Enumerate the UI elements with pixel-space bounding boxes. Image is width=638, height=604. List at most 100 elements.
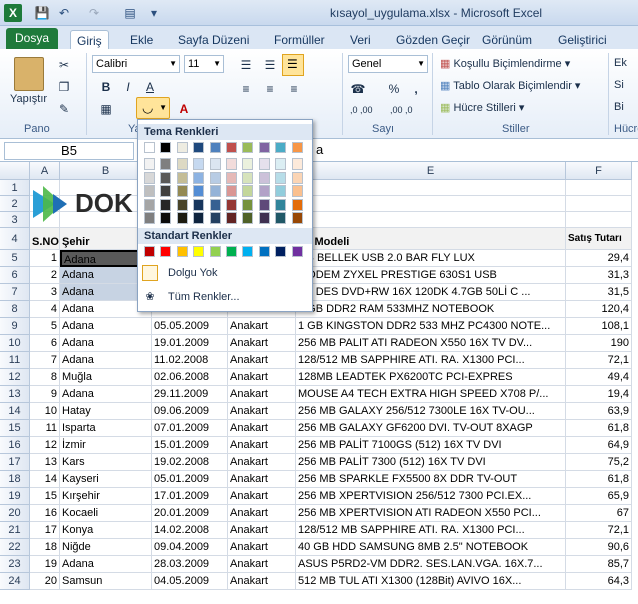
table-cell[interactable]: 61,8: [566, 420, 632, 437]
table-cell[interactable]: 256 MB GALAXY 256/512 7300LE 16X TV-OU..…: [296, 403, 566, 420]
color-swatch[interactable]: [291, 158, 303, 170]
color-swatch[interactable]: [160, 171, 172, 184]
color-swatch[interactable]: [226, 158, 237, 170]
color-swatch[interactable]: [242, 158, 254, 170]
table-cell[interactable]: 10: [30, 403, 60, 420]
font-color-icon[interactable]: A: [174, 99, 194, 119]
table-cell[interactable]: GB BELLEK USB 2.0 BAR FLY LUX: [296, 250, 566, 267]
underline-icon[interactable]: A: [140, 77, 160, 97]
color-swatch[interactable]: [193, 198, 205, 211]
table-cell[interactable]: Adana: [60, 318, 152, 335]
table-cell[interactable]: 16: [30, 505, 60, 522]
table-cell[interactable]: 256 MB XPERTVISION 256/512 7300 PCI.EX..…: [296, 488, 566, 505]
color-swatch[interactable]: [209, 142, 221, 153]
table-cell[interactable]: ES DES DVD+RW 16X 120DK 4.7GB 50Lİ C ...: [296, 284, 566, 301]
color-swatch[interactable]: [258, 185, 270, 197]
paste-button-label[interactable]: Yapıştır: [10, 93, 47, 105]
table-cell[interactable]: 1 GB DDR2 RAM 533MHZ NOTEBOOK: [296, 301, 566, 318]
table-cell[interactable]: [296, 212, 566, 228]
color-swatch[interactable]: [176, 246, 188, 257]
table-cell[interactable]: 28.03.2009: [152, 556, 228, 573]
table-cell[interactable]: 4: [30, 301, 60, 318]
table-cell[interactable]: Anakart: [228, 318, 296, 335]
row-header[interactable]: 4: [0, 228, 30, 250]
color-swatch[interactable]: [193, 158, 205, 170]
table-cell[interactable]: Anakart: [228, 386, 296, 403]
align-center-icon[interactable]: ≡: [260, 79, 280, 99]
table-cell[interactable]: 29.11.2009: [152, 386, 228, 403]
color-swatch[interactable]: [242, 198, 254, 211]
color-swatch[interactable]: [226, 171, 237, 184]
table-cell[interactable]: Anakart: [228, 369, 296, 386]
color-swatch[interactable]: [258, 212, 270, 224]
table-cell[interactable]: 128/512 MB SAPPHIRE ATI. RA. X1300 PCI..…: [296, 522, 566, 539]
format-painter-icon[interactable]: ✎: [54, 99, 74, 119]
table-cell[interactable]: 108,1: [566, 318, 632, 335]
row-header[interactable]: 13: [0, 386, 30, 403]
table-cell[interactable]: Anakart: [228, 352, 296, 369]
color-swatch[interactable]: [144, 185, 155, 197]
color-swatch[interactable]: [275, 142, 287, 153]
table-cell[interactable]: 64,9: [566, 437, 632, 454]
color-swatch[interactable]: [291, 142, 303, 153]
tab-formulas[interactable]: Formüller: [268, 30, 331, 50]
color-swatch[interactable]: [144, 142, 155, 153]
color-swatch[interactable]: [275, 198, 287, 211]
table-cell[interactable]: 17: [30, 522, 60, 539]
table-cell[interactable]: Anakart: [228, 471, 296, 488]
align-left-icon[interactable]: ≡: [236, 79, 256, 99]
row-header[interactable]: 12: [0, 369, 30, 386]
row-header[interactable]: 15: [0, 420, 30, 437]
color-swatch[interactable]: [258, 246, 270, 257]
table-cell[interactable]: Samsun: [60, 573, 152, 590]
color-swatch[interactable]: [226, 198, 237, 211]
table-cell[interactable]: 09.04.2009: [152, 539, 228, 556]
table-cell[interactable]: 02.06.2008: [152, 369, 228, 386]
color-swatch[interactable]: [242, 142, 254, 153]
table-cell[interactable]: 1: [30, 250, 60, 267]
color-swatch[interactable]: [258, 171, 270, 184]
table-cell[interactable]: 256 MB PALİT 7300 (512) 16X TV DVI: [296, 454, 566, 471]
table-cell[interactable]: 31,5: [566, 284, 632, 301]
comma-style-icon[interactable]: ,: [406, 79, 426, 99]
color-swatch[interactable]: [160, 185, 172, 197]
table-cell[interactable]: 1 GB KINGSTON DDR2 533 MHZ PC4300 NOTE..…: [296, 318, 566, 335]
cut-icon[interactable]: ✂: [54, 55, 74, 75]
table-cell[interactable]: 20.01.2009: [152, 505, 228, 522]
format-cells-button[interactable]: Bi: [614, 101, 624, 113]
table-cell[interactable]: Anakart: [228, 488, 296, 505]
table-cell[interactable]: 40 GB HDD SAMSUNG 8MB 2.5" NOTEBOOK: [296, 539, 566, 556]
table-cell[interactable]: Isparta: [60, 420, 152, 437]
table-cell[interactable]: 65,9: [566, 488, 632, 505]
color-swatch[interactable]: [209, 185, 221, 197]
more-colors-option[interactable]: ❀ Tüm Renkler...: [142, 286, 310, 308]
table-cell[interactable]: 61,8: [566, 471, 632, 488]
borders-icon[interactable]: ▦: [96, 99, 116, 119]
table-cell[interactable]: 256 MB PALIT ATI RADEON X550 16X TV DV..…: [296, 335, 566, 352]
table-cell[interactable]: 05.05.2009: [152, 318, 228, 335]
name-box[interactable]: B5: [4, 142, 134, 160]
table-cell[interactable]: [296, 180, 566, 196]
table-cell[interactable]: 256 MB PALİT 7100GS (512) 16X TV DVI: [296, 437, 566, 454]
table-cell[interactable]: 256 MB GALAXY GF6200 DVI. TV-OUT 8XAGP: [296, 420, 566, 437]
table-cell[interactable]: 120,4: [566, 301, 632, 318]
color-swatch[interactable]: [242, 212, 254, 224]
row-header[interactable]: 11: [0, 352, 30, 369]
row-header[interactable]: 18: [0, 471, 30, 488]
table-cell[interactable]: 15.01.2009: [152, 437, 228, 454]
tab-file[interactable]: Dosya: [6, 28, 58, 50]
table-cell[interactable]: 6: [30, 335, 60, 352]
color-swatch[interactable]: [275, 171, 287, 184]
row-header[interactable]: 8: [0, 301, 30, 318]
table-cell[interactable]: 512 MB TUL ATI X1300 (128Bit) AVIVO 16X.…: [296, 573, 566, 590]
percent-icon[interactable]: %: [384, 79, 404, 99]
table-cell[interactable]: 19: [30, 556, 60, 573]
table-cell[interactable]: 63,9: [566, 403, 632, 420]
table-cell[interactable]: 12: [30, 437, 60, 454]
table-cell[interactable]: 128MB LEADTEK PX6200TC PCI-EXPRES: [296, 369, 566, 386]
copy-icon[interactable]: ❐: [54, 77, 74, 97]
color-swatch[interactable]: [144, 212, 155, 224]
table-cell[interactable]: Muğla: [60, 369, 152, 386]
row-header[interactable]: 19: [0, 488, 30, 505]
color-swatch[interactable]: [160, 158, 172, 170]
